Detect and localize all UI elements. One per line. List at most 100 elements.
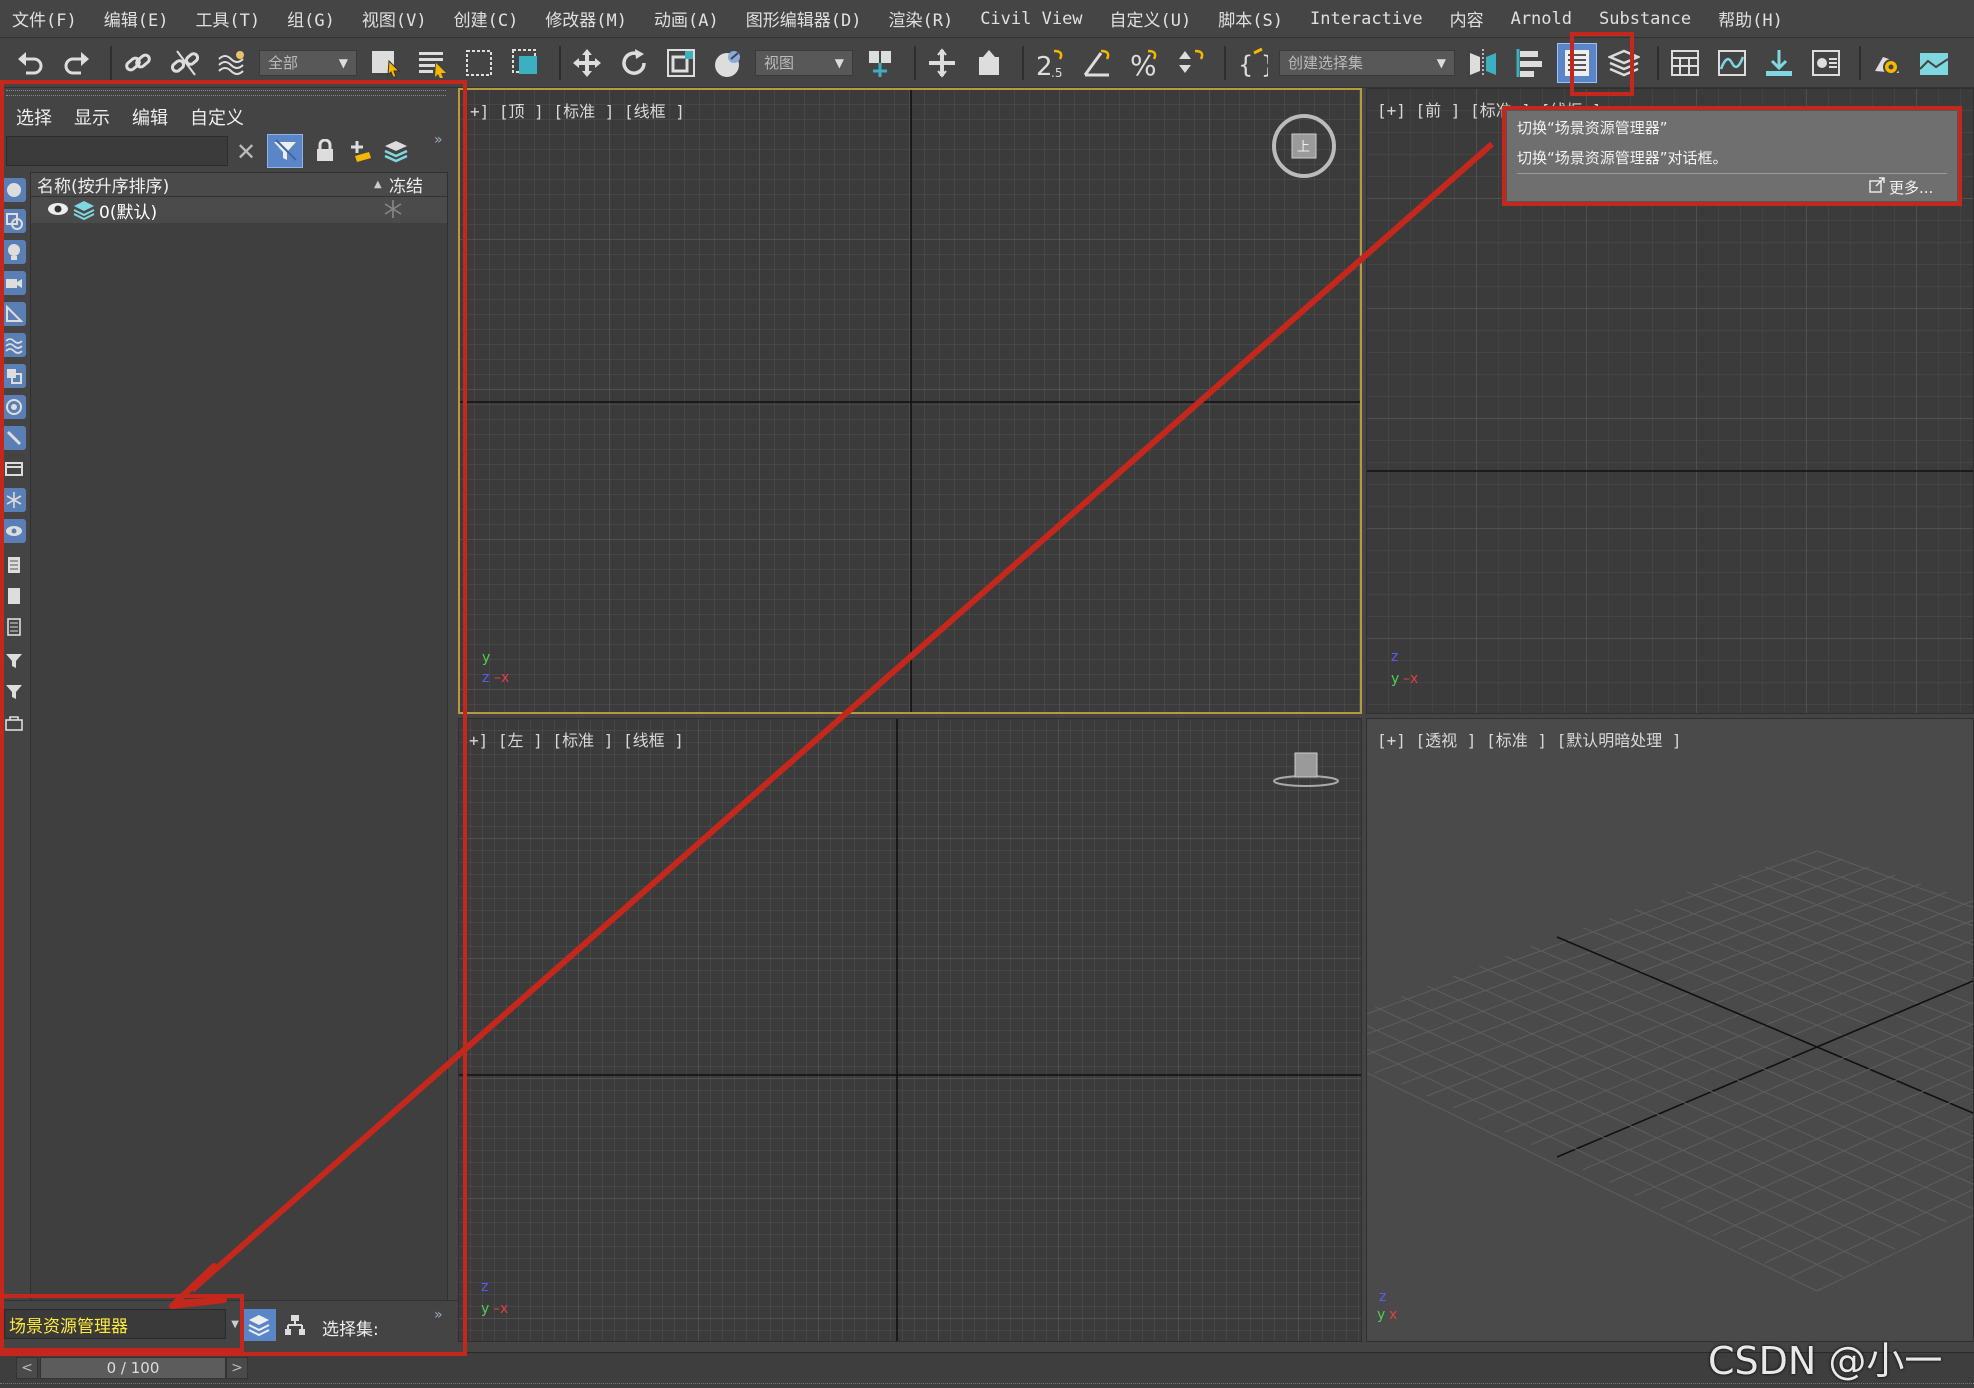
- ribbon-icon[interactable]: [1665, 43, 1705, 83]
- scale-icon[interactable]: [661, 43, 701, 83]
- viewcube-icon[interactable]: [1271, 751, 1341, 791]
- move-icon[interactable]: [567, 43, 607, 83]
- percent-snap-icon[interactable]: %: [1124, 43, 1164, 83]
- angle-snap-icon[interactable]: [1077, 43, 1117, 83]
- scene-explorer-toggle-button[interactable]: [1557, 42, 1597, 83]
- menu-scripting[interactable]: 脚本(S): [1218, 6, 1283, 31]
- menu-help[interactable]: 帮助(H): [1718, 6, 1783, 31]
- freeze-snowflake-icon[interactable]: [383, 199, 403, 224]
- menu-animation[interactable]: 动画(A): [654, 6, 719, 31]
- menu-tools[interactable]: 工具(T): [195, 6, 260, 31]
- explorer-menu-edit[interactable]: 编辑: [132, 104, 168, 130]
- window-crossing-icon[interactable]: [506, 43, 546, 83]
- menu-interactive[interactable]: Interactive: [1310, 9, 1423, 29]
- render-setup-icon[interactable]: [1867, 43, 1907, 83]
- time-slider[interactable]: 0 / 100: [40, 1357, 226, 1379]
- hidden-filter-icon[interactable]: [2, 519, 26, 543]
- explorer-search-input[interactable]: [6, 136, 228, 166]
- menu-modifiers[interactable]: 修改器(M): [545, 6, 627, 31]
- ref-coord-dropdown[interactable]: 视图 ▼: [755, 49, 853, 76]
- menu-group[interactable]: 组(G): [287, 6, 335, 31]
- rendered-frame-icon[interactable]: [1914, 43, 1954, 83]
- explorer-menu-display[interactable]: 显示: [74, 104, 110, 130]
- explorer-select-combo[interactable]: 场景资源管理器 ▼: [4, 1309, 239, 1339]
- cameras-filter-icon[interactable]: [2, 271, 26, 295]
- rotate-icon[interactable]: [614, 43, 654, 83]
- chevron-left-icon[interactable]: <: [16, 1357, 38, 1379]
- viewport-label[interactable]: [+] [透视 ] [标准 ] [默认明暗处理 ]: [1377, 727, 1682, 751]
- find-case-icon[interactable]: [2, 711, 26, 735]
- display-all-icon[interactable]: [2, 553, 26, 577]
- selection-set-dropdown[interactable]: 创建选择集 ▼: [1279, 49, 1455, 76]
- select-by-name-icon[interactable]: [412, 43, 452, 83]
- keyboard-shortcut-icon[interactable]: [922, 43, 962, 83]
- expand-more-icon[interactable]: »: [434, 1307, 443, 1323]
- shapes-filter-icon[interactable]: [2, 209, 26, 233]
- viewport-left[interactable]: +] [左 ] [标准 ] [线框 ] z y –x: [458, 718, 1362, 1342]
- curve-editor-icon[interactable]: [1712, 43, 1752, 83]
- menu-create[interactable]: 创建(C): [454, 6, 519, 31]
- helpers-filter-icon[interactable]: [2, 302, 26, 326]
- selection-filter-dropdown[interactable]: 全部 ▼: [259, 49, 357, 76]
- redo-icon[interactable]: [57, 43, 97, 83]
- new-layer-icon[interactable]: [345, 136, 375, 166]
- undo-icon[interactable]: [10, 43, 50, 83]
- menu-arnold[interactable]: Arnold: [1511, 9, 1572, 29]
- mirror-icon[interactable]: [1463, 43, 1503, 83]
- menu-edit[interactable]: 编辑(E): [104, 6, 169, 31]
- column-header-name[interactable]: 名称(按升序排序): [37, 172, 169, 197]
- menu-view[interactable]: 视图(V): [362, 6, 427, 31]
- filter-icon[interactable]: [2, 680, 26, 704]
- spacewarps-filter-icon[interactable]: [2, 333, 26, 357]
- filter-options-icon[interactable]: [2, 649, 26, 673]
- snaps-toggle-25-icon[interactable]: 2.5: [1030, 43, 1070, 83]
- expand-more-icon[interactable]: »: [434, 132, 443, 148]
- named-selection-icon[interactable]: { }: [1232, 43, 1272, 83]
- bones-filter-icon[interactable]: [2, 426, 26, 450]
- groups-filter-icon[interactable]: [2, 364, 26, 388]
- filter-toggle-button[interactable]: [267, 134, 303, 168]
- panel-drag-handle[interactable]: [6, 90, 446, 96]
- align-icon[interactable]: [1510, 43, 1550, 83]
- frozen-filter-icon[interactable]: [2, 488, 26, 512]
- unlink-icon[interactable]: [165, 43, 205, 83]
- sort-by-hierarchy-button[interactable]: [278, 1309, 312, 1341]
- explorer-menu-select[interactable]: 选择: [16, 104, 52, 130]
- clear-search-icon[interactable]: ✕: [236, 138, 256, 166]
- viewport-top[interactable]: +] [顶 ] [标准 ] [线框 ] 上 y z –x: [458, 88, 1362, 714]
- containers-filter-icon[interactable]: [2, 457, 26, 481]
- lights-filter-icon[interactable]: [2, 240, 26, 264]
- explorer-menu-customize[interactable]: 自定义: [190, 104, 244, 130]
- xrefs-filter-icon[interactable]: [2, 395, 26, 419]
- schematic-view-icon[interactable]: [1759, 43, 1799, 83]
- layer-stack-icon[interactable]: [381, 136, 411, 166]
- menu-civil-view[interactable]: Civil View: [980, 9, 1082, 29]
- select-place-icon[interactable]: [708, 43, 748, 83]
- invert-display-icon[interactable]: [2, 615, 26, 639]
- bind-spacewarp-icon[interactable]: [212, 43, 252, 83]
- eye-icon[interactable]: [47, 200, 69, 223]
- snap-toggle-icon[interactable]: [969, 43, 1009, 83]
- menu-substance[interactable]: Substance: [1599, 9, 1691, 29]
- display-none-icon[interactable]: [2, 584, 26, 608]
- menu-content[interactable]: 内容: [1450, 6, 1484, 31]
- link-icon[interactable]: [118, 43, 158, 83]
- viewport-label[interactable]: +] [顶 ] [标准 ] [线框 ]: [470, 98, 685, 122]
- sort-by-layer-button[interactable]: [242, 1309, 276, 1341]
- lock-icon[interactable]: [310, 136, 340, 166]
- select-object-icon[interactable]: [365, 43, 405, 83]
- spinner-snap-icon[interactable]: [1171, 43, 1211, 83]
- viewport-label[interactable]: +] [左 ] [标准 ] [线框 ]: [469, 727, 684, 751]
- menu-graph-editors[interactable]: 图形编辑器(D): [746, 6, 862, 31]
- rect-selection-icon[interactable]: [459, 43, 499, 83]
- viewport-perspective[interactable]: [+] [透视 ] [标准 ] [默认明暗处理 ] z y x: [1366, 718, 1974, 1342]
- tree-row[interactable]: 0(默认): [31, 197, 447, 223]
- material-editor-icon[interactable]: [1806, 43, 1846, 83]
- menu-customize[interactable]: 自定义(U): [1110, 6, 1192, 31]
- viewcube-icon[interactable]: 上: [1270, 112, 1338, 180]
- menu-rendering[interactable]: 渲染(R): [888, 6, 953, 31]
- pivot-icon[interactable]: [861, 43, 901, 83]
- menu-file[interactable]: 文件(F): [12, 6, 77, 31]
- column-header-freeze[interactable]: 冻结: [389, 172, 423, 197]
- chevron-right-icon[interactable]: >: [226, 1357, 248, 1379]
